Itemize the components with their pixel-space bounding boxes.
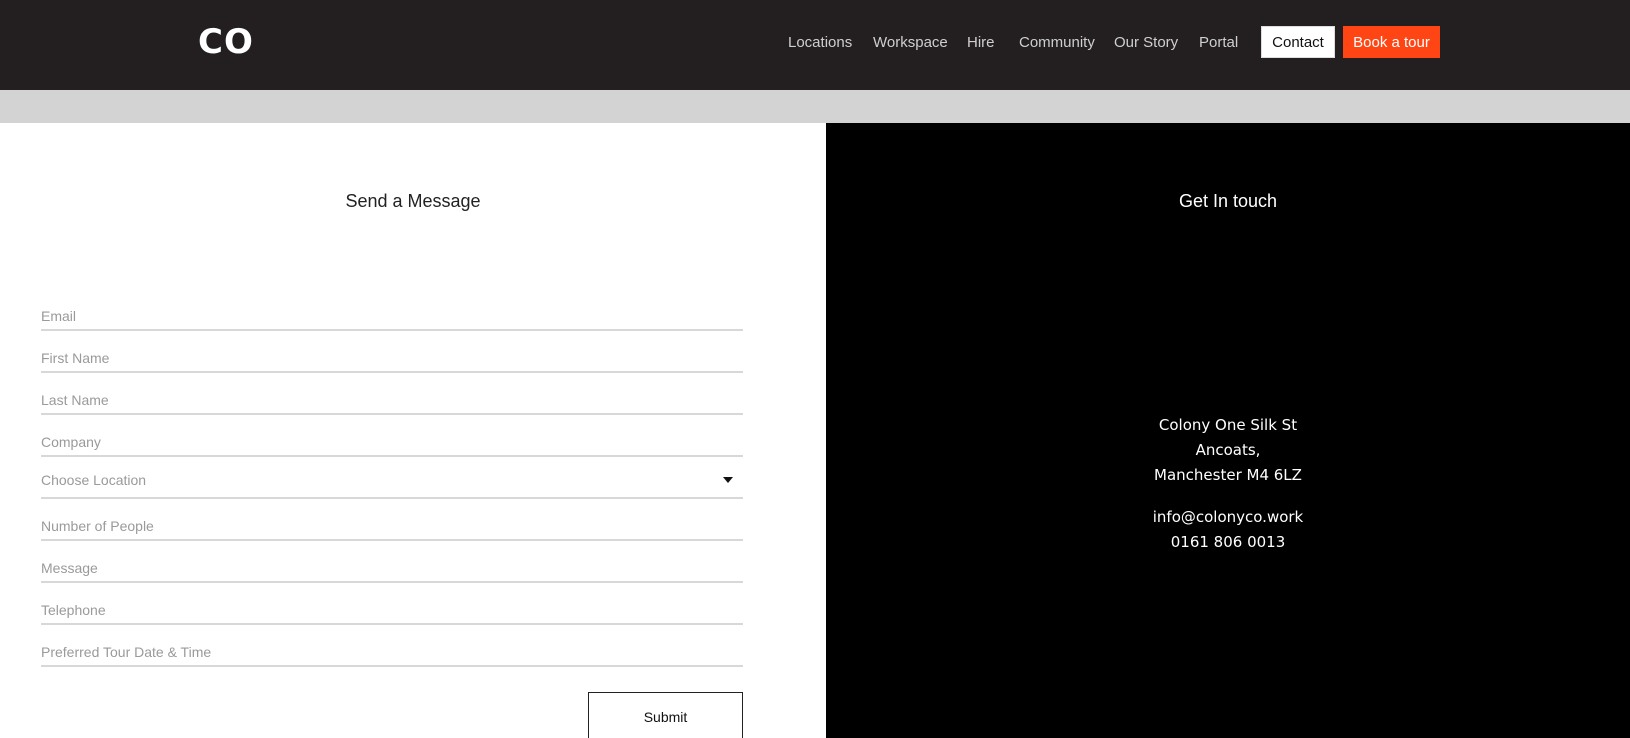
first-name-field[interactable] <box>41 331 743 371</box>
contact-phone[interactable]: 0161 806 0013 <box>826 530 1630 555</box>
logo[interactable]: CO <box>198 22 254 62</box>
submit-button[interactable]: Submit <box>588 692 743 738</box>
nav-community[interactable]: Community <box>1019 33 1095 53</box>
form-title: Send a Message <box>345 191 481 211</box>
nav-portal[interactable]: Portal <box>1199 33 1238 53</box>
first-name-field-wrap <box>41 331 743 373</box>
number-of-people-field[interactable] <box>41 499 743 539</box>
contact-button[interactable]: Contact <box>1261 26 1335 58</box>
nav-locations[interactable]: Locations <box>788 33 852 53</box>
contact-title: Get In touch <box>1178 191 1278 211</box>
address-line-1: Colony One Silk St <box>1158 416 1298 434</box>
tour-date-field[interactable] <box>41 625 743 665</box>
telephone-field-wrap <box>41 583 743 625</box>
contact-email[interactable]: info@colonyco.work <box>826 505 1630 530</box>
message-field-wrap <box>41 541 743 583</box>
last-name-field-wrap <box>41 373 743 415</box>
message-field[interactable] <box>41 541 743 581</box>
grey-band <box>0 90 1630 123</box>
location-select-label: Choose Location <box>41 472 147 488</box>
company-field-wrap <box>41 415 743 457</box>
address-line-2: Ancoats, <box>1195 441 1261 459</box>
email-field-wrap <box>41 289 743 331</box>
site-header: CO Locations Workspace Hire Community Ou… <box>0 0 1630 90</box>
nav-workspace[interactable]: Workspace <box>873 33 948 53</box>
tour-date-field-wrap <box>41 625 743 667</box>
book-tour-button[interactable]: Book a tour <box>1343 26 1440 58</box>
company-field[interactable] <box>41 415 743 455</box>
people-field-wrap <box>41 499 743 541</box>
nav-our-story[interactable]: Our Story <box>1114 33 1178 53</box>
get-in-touch-panel: Get In touch Colony One Silk St Ancoats,… <box>826 123 1630 738</box>
last-name-field[interactable] <box>41 373 743 413</box>
message-form-panel: Send a Message Choose Location Submit <box>0 123 826 738</box>
address-line-3: Manchester M4 6LZ <box>1154 466 1302 484</box>
telephone-field[interactable] <box>41 583 743 623</box>
email-field[interactable] <box>41 289 743 329</box>
nav-hire[interactable]: Hire <box>967 33 995 53</box>
chevron-down-icon <box>723 477 733 483</box>
location-select[interactable]: Choose Location <box>41 457 743 499</box>
